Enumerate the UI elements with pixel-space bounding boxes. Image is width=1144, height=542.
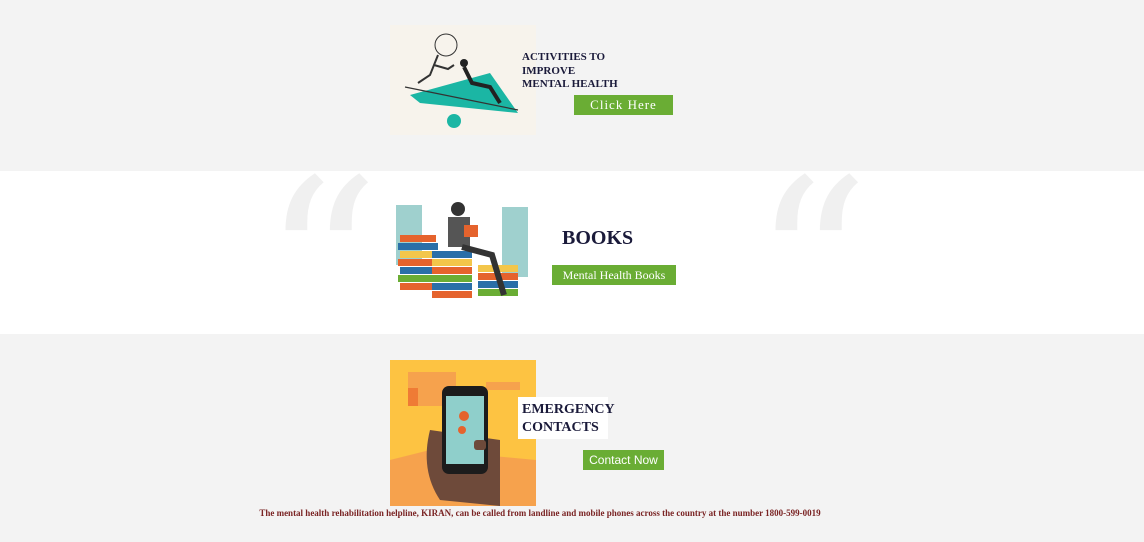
books-section: “ “ BOOKS Mental Health Books: [0, 151, 1144, 381]
activities-title-line2: IMPROVE: [522, 64, 576, 77]
contact-now-label: Contact Now: [589, 453, 658, 467]
contact-now-button[interactable]: Contact Now: [583, 450, 664, 470]
activities-title: ACTIVITIES TO IMPROVE MENTAL HEALTH: [522, 51, 618, 92]
emergency-title: EMERGENCY CONTACTS: [522, 401, 615, 437]
activities-section: ACTIVITIES TO IMPROVE MENTAL HEALTH Clic…: [0, 0, 1144, 171]
activities-title-line3: MENTAL HEALTH: [522, 78, 618, 90]
activities-title-line1: ACTIVITIES TO: [522, 51, 606, 63]
helpline-text: The mental health rehabilitation helplin…: [259, 508, 821, 518]
books-illustration: [392, 195, 534, 311]
click-here-label: Click Here: [590, 97, 657, 112]
mental-health-books-label: Mental Health Books: [562, 267, 666, 282]
emergency-title-line1: EMERGENCY: [522, 402, 615, 417]
books-title: BOOKS: [562, 227, 634, 249]
mental-health-books-button[interactable]: Mental Health Books: [552, 265, 676, 285]
emergency-title-line2: CONTACTS: [522, 420, 599, 435]
click-here-button[interactable]: Click Here: [574, 95, 673, 115]
emergency-illustration: [390, 360, 536, 506]
activities-illustration: [390, 25, 536, 135]
